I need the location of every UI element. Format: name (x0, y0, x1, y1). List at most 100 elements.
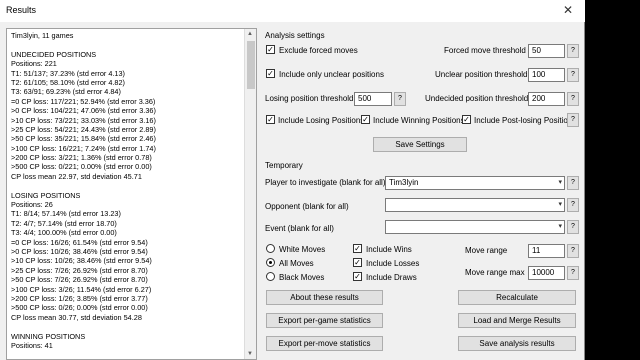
result-line (11, 322, 243, 331)
result-line: >500 CP loss: 0/221; 0.00% (std error 0.… (11, 162, 152, 172)
load-merge-button[interactable]: Load and Merge Results (458, 313, 576, 328)
move-range-max-help-button[interactable]: ? (567, 266, 579, 280)
player-help-button[interactable]: ? (567, 176, 579, 190)
result-line: >100 CP loss: 16/221; 7.24% (std error 1… (11, 143, 156, 153)
include-postlosing-checkbox[interactable]: ✓ (462, 115, 471, 124)
result-line: T2: 61/105; 58.10% (std error 4.82) (11, 77, 125, 87)
about-results-button[interactable]: About these results (266, 290, 383, 305)
scroll-down-icon[interactable]: ▼ (247, 351, 253, 357)
all-moves-radio[interactable] (266, 258, 275, 267)
chevron-down-icon[interactable]: ▾ (558, 177, 562, 189)
results-window: Results ✕ Tim3lyin, 11 games UNDECIDED PO… (0, 0, 585, 360)
undecided-threshold-help-button[interactable]: ? (567, 92, 579, 106)
title-bar: Results ✕ (0, 0, 585, 22)
result-line: >100 CP loss: 3/26; 11.54% (std error 6.… (11, 284, 152, 294)
result-line: T2: 4/7; 57.14% (std error 18.70) (11, 218, 117, 228)
move-range-max-input[interactable]: 10000 (528, 266, 565, 280)
black-moves-label: Black Moves (279, 273, 325, 282)
analysis-settings-heading: Analysis settings (265, 31, 325, 40)
result-line (11, 40, 243, 49)
include-postlosing-label: Include Post-losing Positions (474, 116, 577, 125)
result-line: =0 CP loss: 117/221; 52.94% (std error 3… (11, 96, 156, 106)
forced-threshold-input[interactable]: 50 (528, 44, 565, 58)
event-help-button[interactable]: ? (567, 220, 579, 234)
include-winning-label: Include Winning Positions (373, 116, 465, 125)
include-losing-checkbox[interactable]: ✓ (266, 115, 275, 124)
forced-threshold-label: Forced move threshold (444, 46, 526, 55)
player-value: Tim3lyin (389, 178, 419, 187)
unclear-threshold-help-button[interactable]: ? (567, 68, 579, 82)
losing-threshold-help-button[interactable]: ? (394, 92, 406, 106)
result-line: >200 CP loss: 1/26; 3.85% (std error 3.7… (11, 293, 148, 303)
results-lines: Tim3lyin, 11 games UNDECIDED POSITIONS Pos… (11, 31, 243, 350)
result-line: CP loss mean 22.97, std deviation 45.71 (11, 171, 142, 181)
result-line: T3: 4/4; 100.00% (std error 0.00) (11, 228, 117, 238)
include-losses-label: Include Losses (366, 259, 420, 268)
result-line: >10 CP loss: 10/26; 38.46% (std error 9.… (11, 256, 152, 266)
scroll-up-icon[interactable]: ▲ (247, 31, 253, 37)
export-per-game-button[interactable]: Export per-game statistics (266, 313, 383, 328)
results-textbox[interactable]: Tim3lyin, 11 games UNDECIDED POSITIONS Pos… (6, 28, 257, 360)
result-line: T1: 8/14; 57.14% (std error 13.23) (11, 209, 121, 219)
result-line: WINNING POSITIONS (11, 331, 86, 341)
include-draws-checkbox[interactable]: ✓ (353, 272, 362, 281)
undecided-threshold-label: Undecided position threshold (425, 94, 529, 103)
scroll-thumb[interactable] (247, 41, 255, 89)
chevron-down-icon[interactable]: ▾ (558, 199, 562, 211)
result-line: LOSING POSITIONS (11, 190, 81, 200)
player-label: Player to investigate (blank for all) (265, 178, 386, 187)
result-line: >50 CP loss: 35/221; 15.84% (std error 2… (11, 134, 156, 144)
result-line: >10 CP loss: 73/221; 33.03% (std error 3… (11, 115, 156, 125)
losing-threshold-input[interactable]: 500 (354, 92, 392, 106)
move-range-label: Move range (465, 246, 508, 255)
close-icon[interactable]: ✕ (563, 3, 573, 17)
result-line: =0 CP loss: 16/26; 61.54% (std error 9.5… (11, 237, 148, 247)
opponent-combobox[interactable]: ▾ (385, 198, 565, 212)
opponent-help-button[interactable]: ? (567, 198, 579, 212)
result-line: >50 CP loss: 7/26; 26.92% (std error 8.7… (11, 275, 148, 285)
white-moves-radio[interactable] (266, 244, 275, 253)
result-line: T1: 51/137; 37.23% (std error 4.13) (11, 68, 125, 78)
result-line: >0 CP loss: 104/221; 47.06% (std error 3… (11, 106, 156, 116)
save-settings-button[interactable]: Save Settings (373, 137, 467, 152)
event-label: Event (blank for all) (265, 224, 334, 233)
move-range-max-label: Move range max (465, 268, 525, 277)
include-wins-checkbox[interactable]: ✓ (353, 244, 362, 253)
export-per-move-button[interactable]: Export per-move statistics (266, 336, 383, 351)
event-combobox[interactable]: ▾ (385, 220, 565, 234)
include-positions-help-button[interactable]: ? (567, 113, 579, 127)
results-scrollbar[interactable]: ▲ ▼ (244, 29, 256, 359)
move-range-help-button[interactable]: ? (567, 244, 579, 258)
result-line: Positions: 221 (11, 59, 57, 69)
only-unclear-checkbox[interactable]: ✓ (266, 69, 275, 78)
unclear-threshold-input[interactable]: 100 (528, 68, 565, 82)
window-title: Results (6, 5, 37, 15)
result-line: CP loss mean 30.77, std deviation 54.28 (11, 312, 142, 322)
include-wins-label: Include Wins (366, 245, 412, 254)
result-line (11, 181, 243, 190)
result-line: >500 CP loss: 0/26; 0.00% (std error 0.0… (11, 303, 148, 313)
include-losing-label: Include Losing Positions (278, 116, 365, 125)
result-line: >200 CP loss: 3/221; 1.36% (std error 0.… (11, 153, 152, 163)
exclude-forced-checkbox[interactable]: ✓ (266, 45, 275, 54)
result-line: T3: 63/91; 69.23% (std error 4.84) (11, 87, 121, 97)
only-unclear-label: Include only unclear positions (279, 70, 384, 79)
result-line: UNDECIDED POSITIONS (11, 49, 97, 59)
save-analysis-button[interactable]: Save analysis results (458, 336, 576, 351)
undecided-threshold-input[interactable]: 200 (528, 92, 565, 106)
recalculate-button[interactable]: Recalculate (458, 290, 576, 305)
result-line: >0 CP loss: 10/26; 38.46% (std error 9.5… (11, 246, 148, 256)
chevron-down-icon[interactable]: ▾ (558, 221, 562, 233)
move-range-input[interactable]: 11 (528, 244, 565, 258)
include-winning-checkbox[interactable]: ✓ (361, 115, 370, 124)
forced-threshold-help-button[interactable]: ? (567, 44, 579, 58)
losing-threshold-label: Losing position threshold (265, 94, 354, 103)
include-draws-label: Include Draws (366, 273, 417, 282)
player-combobox[interactable]: Tim3lyin ▾ (385, 176, 565, 190)
exclude-forced-label: Exclude forced moves (279, 46, 358, 55)
black-moves-radio[interactable] (266, 272, 275, 281)
result-line: Positions: 26 (11, 200, 53, 210)
result-line: Positions: 41 (11, 340, 53, 350)
include-losses-checkbox[interactable]: ✓ (353, 258, 362, 267)
result-line: >25 CP loss: 54/221; 24.43% (std error 2… (11, 124, 156, 134)
